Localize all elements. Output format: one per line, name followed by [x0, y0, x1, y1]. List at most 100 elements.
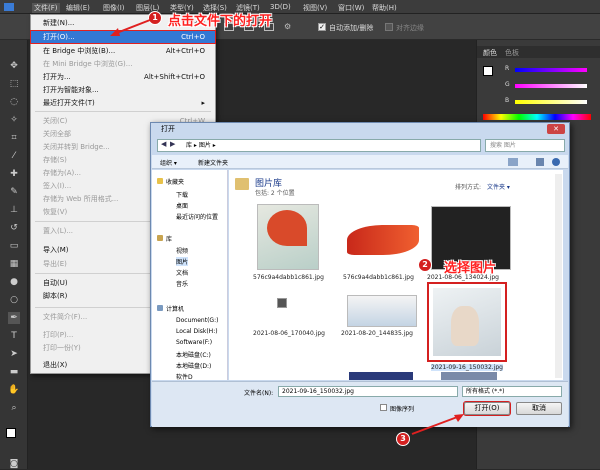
close-icon[interactable]: ✕: [547, 124, 565, 134]
file-list: 图片库 包括: 2 个位置 排列方式: 文件夹 ▾ 576c9a4dabb1c8…: [229, 170, 563, 380]
nav-music[interactable]: 音乐: [176, 279, 188, 288]
nav-drive[interactable]: 本地磁盘(C:): [176, 350, 211, 359]
shortcut: Alt+Shift+Ctrl+O: [144, 73, 205, 81]
type-tool-icon[interactable]: T: [8, 330, 20, 342]
color-spectrum[interactable]: [483, 114, 591, 120]
image-sequence-checkbox[interactable]: [380, 404, 387, 411]
menu-item-label: 存储为 Web 所用格式...: [43, 195, 119, 203]
file-name[interactable]: 576c9a4dabb1c861.jpg: [253, 274, 324, 281]
menu-image[interactable]: 图像(I): [103, 3, 125, 13]
auto-add-delete-checkbox[interactable]: ✓: [318, 23, 326, 31]
selected-file-tile[interactable]: [427, 282, 507, 362]
gradient-tool-icon[interactable]: ▦: [8, 258, 20, 270]
cancel-button[interactable]: 取消: [516, 402, 562, 415]
magic-wand-tool-icon[interactable]: ✧: [8, 114, 20, 126]
file-name[interactable]: 576c9a4dabb1c861.jpg: [343, 274, 414, 281]
filetype-select[interactable]: 所有格式 (*.*): [462, 386, 562, 397]
menu-item-label: 置入(L)...: [43, 227, 74, 235]
menu-item-open-as[interactable]: 打开为... Alt+Shift+Ctrl+O: [31, 71, 215, 83]
fg-color-preview[interactable]: [483, 66, 493, 76]
file-thumbnail[interactable]: [347, 295, 417, 327]
help-icon[interactable]: [552, 158, 560, 166]
file-thumbnail[interactable]: [277, 298, 287, 308]
b-slider[interactable]: [515, 100, 587, 104]
menu-item-open-smart-object[interactable]: 打开为智能对象...: [31, 84, 215, 96]
brush-tool-icon[interactable]: ✎: [8, 186, 20, 198]
nav-drive[interactable]: 软件D: [176, 372, 193, 381]
b-label: B: [505, 97, 510, 104]
nav-favorites[interactable]: 收藏夹: [166, 177, 184, 186]
g-slider[interactable]: [515, 84, 587, 88]
dodge-tool-icon[interactable]: ○: [8, 294, 20, 306]
foreground-color-swatch[interactable]: [6, 428, 16, 438]
menu-edit[interactable]: 编辑(E): [66, 3, 90, 13]
menu-item-label: 最近打开文件(T): [43, 99, 95, 107]
menu-item-browse-bridge[interactable]: 在 Bridge 中浏览(B)... Alt+Ctrl+O: [31, 45, 215, 57]
stamp-tool-icon[interactable]: ⊥: [8, 204, 20, 216]
favorites-icon: [157, 178, 163, 184]
nav-pictures[interactable]: 图片: [176, 257, 189, 266]
r-slider[interactable]: [515, 68, 587, 72]
forward-icon[interactable]: ▶: [170, 140, 175, 148]
history-brush-icon[interactable]: ↺: [8, 222, 20, 234]
path-select-icon[interactable]: ➤: [8, 348, 20, 360]
nav-drive[interactable]: Local Disk(H:): [176, 328, 218, 335]
menu-item-label: 打开(O)...: [43, 33, 75, 41]
tab-color[interactable]: 颜色: [483, 48, 497, 58]
nav-computer[interactable]: 计算机: [166, 304, 184, 313]
healing-tool-icon[interactable]: ✚: [8, 168, 20, 180]
crop-tool-icon[interactable]: ⌗: [8, 132, 20, 144]
eraser-tool-icon[interactable]: ▭: [8, 240, 20, 252]
nav-documents[interactable]: 文档: [176, 268, 188, 277]
scrollbar[interactable]: [555, 174, 562, 378]
file-name[interactable]: 2021-08-20_144835.jpg: [341, 330, 413, 337]
menu-item-recent[interactable]: 最近打开文件(T) ▸: [31, 97, 215, 109]
menu-item-mini-bridge[interactable]: 在 Mini Bridge 中浏览(G)...: [31, 58, 215, 70]
nav-drive[interactable]: Software(F:): [176, 339, 212, 346]
file-thumbnail[interactable]: [347, 225, 419, 255]
pen-tool-icon[interactable]: ✒: [8, 312, 20, 324]
file-thumbnail[interactable]: [349, 372, 413, 380]
arrange-dropdown[interactable]: 文件夹 ▾: [487, 182, 510, 191]
shape-tool-icon[interactable]: ▬: [8, 366, 20, 378]
file-name[interactable]: 2021-09-16_150032.jpg: [431, 364, 503, 371]
address-bar[interactable]: 库 ▸ 图片 ▸: [157, 139, 481, 152]
menu-view[interactable]: 视图(V): [303, 3, 327, 13]
ps-logo-icon: [4, 3, 14, 11]
nav-drive[interactable]: Document(G:): [176, 317, 218, 324]
organize-button[interactable]: 组织 ▾: [160, 158, 177, 167]
preview-pane-icon[interactable]: [536, 158, 544, 166]
blur-tool-icon[interactable]: ●: [8, 276, 20, 288]
view-options-icon[interactable]: [508, 158, 518, 166]
new-folder-button[interactable]: 新建文件夹: [198, 158, 228, 167]
file-thumbnail[interactable]: [441, 372, 497, 380]
menu-3d[interactable]: 3D(D): [270, 3, 291, 11]
quick-mask-icon[interactable]: ◙: [8, 458, 20, 470]
hand-tool-icon[interactable]: ✋: [8, 384, 20, 396]
menu-help[interactable]: 帮助(H): [372, 3, 397, 13]
library-subtitle: 包括: 2 个位置: [255, 190, 295, 197]
nav-drive[interactable]: 本地磁盘(D:): [176, 361, 211, 370]
nav-recent[interactable]: 最近访问的位置: [176, 212, 218, 221]
search-input[interactable]: 搜索 图片: [485, 139, 565, 152]
nav-libraries[interactable]: 库: [166, 234, 172, 243]
filename-input[interactable]: 2021-09-16_150032.jpg: [278, 386, 458, 397]
nav-videos[interactable]: 视频: [176, 246, 188, 255]
zoom-tool-icon[interactable]: ⌕: [8, 402, 20, 414]
g-label: G: [505, 81, 510, 88]
menu-window[interactable]: 窗口(W): [338, 3, 364, 13]
move-tool-icon[interactable]: ✥: [8, 60, 20, 72]
back-icon[interactable]: ◀: [161, 140, 166, 148]
align-edges-checkbox[interactable]: [385, 23, 393, 31]
tab-swatches[interactable]: 色板: [505, 48, 519, 58]
open-button[interactable]: 打开(O): [463, 401, 511, 416]
marquee-tool-icon[interactable]: ⬚: [8, 78, 20, 90]
file-name[interactable]: 2021-08-06_170040.jpg: [253, 330, 325, 337]
nav-desktop[interactable]: 桌面: [176, 201, 188, 210]
menu-file[interactable]: 文件(F): [32, 3, 60, 13]
nav-downloads[interactable]: 下载: [176, 190, 188, 199]
lasso-tool-icon[interactable]: ◌: [8, 96, 20, 108]
dialog-title: 打开: [161, 125, 175, 133]
eyedropper-tool-icon[interactable]: ⁄: [8, 150, 20, 162]
gear-icon[interactable]: ⚙: [284, 23, 294, 31]
